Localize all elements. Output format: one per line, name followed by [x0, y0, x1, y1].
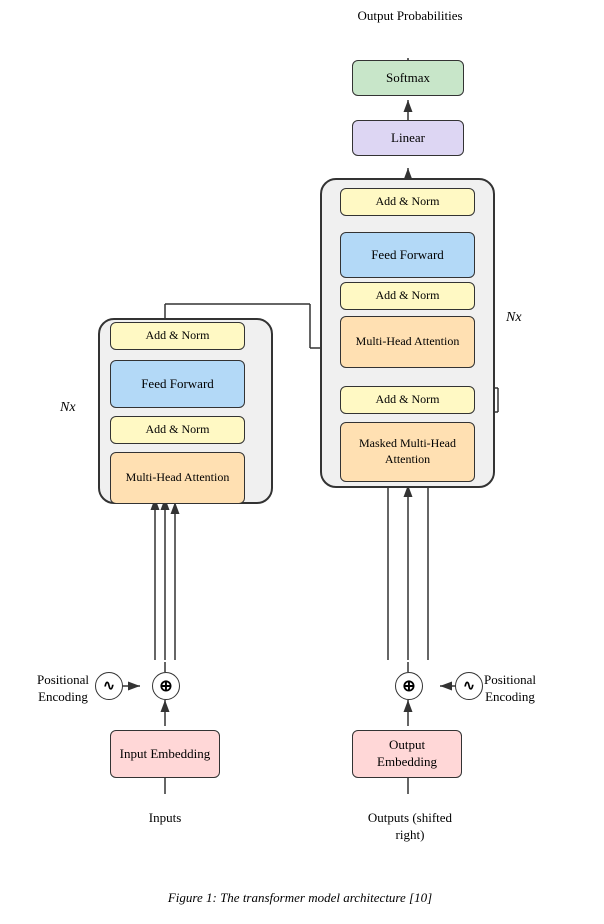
output-embedding-box: Output Embedding: [352, 730, 462, 778]
decoder-masked-attention: Masked Multi-Head Attention: [340, 422, 475, 482]
decoder-add-norm-mid: Add & Norm: [340, 282, 475, 310]
plus-symbol-right: ⊕: [395, 672, 423, 700]
arrows-overlay: [0, 0, 604, 924]
plus-symbol-left: ⊕: [152, 672, 180, 700]
encoder-feed-forward: Feed Forward: [110, 360, 245, 408]
decoder-add-norm-bottom: Add & Norm: [340, 386, 475, 414]
encoder-add-norm-top: Add & Norm: [110, 322, 245, 350]
decoder-nx-label: Nx: [506, 310, 522, 326]
encoder-add-norm-bottom: Add & Norm: [110, 416, 245, 444]
figure-caption: Figure 1: The transformer model architec…: [60, 890, 540, 906]
decoder-multi-head: Multi-Head Attention: [340, 316, 475, 368]
input-embedding-box: Input Embedding: [110, 730, 220, 778]
decoder-feed-forward: Feed Forward: [340, 232, 475, 278]
inputs-label: Inputs: [130, 810, 200, 827]
decoder-add-norm-top: Add & Norm: [340, 188, 475, 216]
outputs-label: Outputs (shifted right): [355, 810, 465, 844]
sine-symbol-left: ∿: [95, 672, 123, 700]
output-probabilities-label: Output Probabilities: [350, 8, 470, 25]
linear-box: Linear: [352, 120, 464, 156]
softmax-box: Softmax: [352, 60, 464, 96]
encoder-multi-head: Multi-Head Attention: [110, 452, 245, 504]
diagram: Output Probabilities Softmax Linear Add …: [0, 0, 604, 924]
encoder-nx-label: Nx: [60, 400, 76, 416]
sine-symbol-right: ∿: [455, 672, 483, 700]
